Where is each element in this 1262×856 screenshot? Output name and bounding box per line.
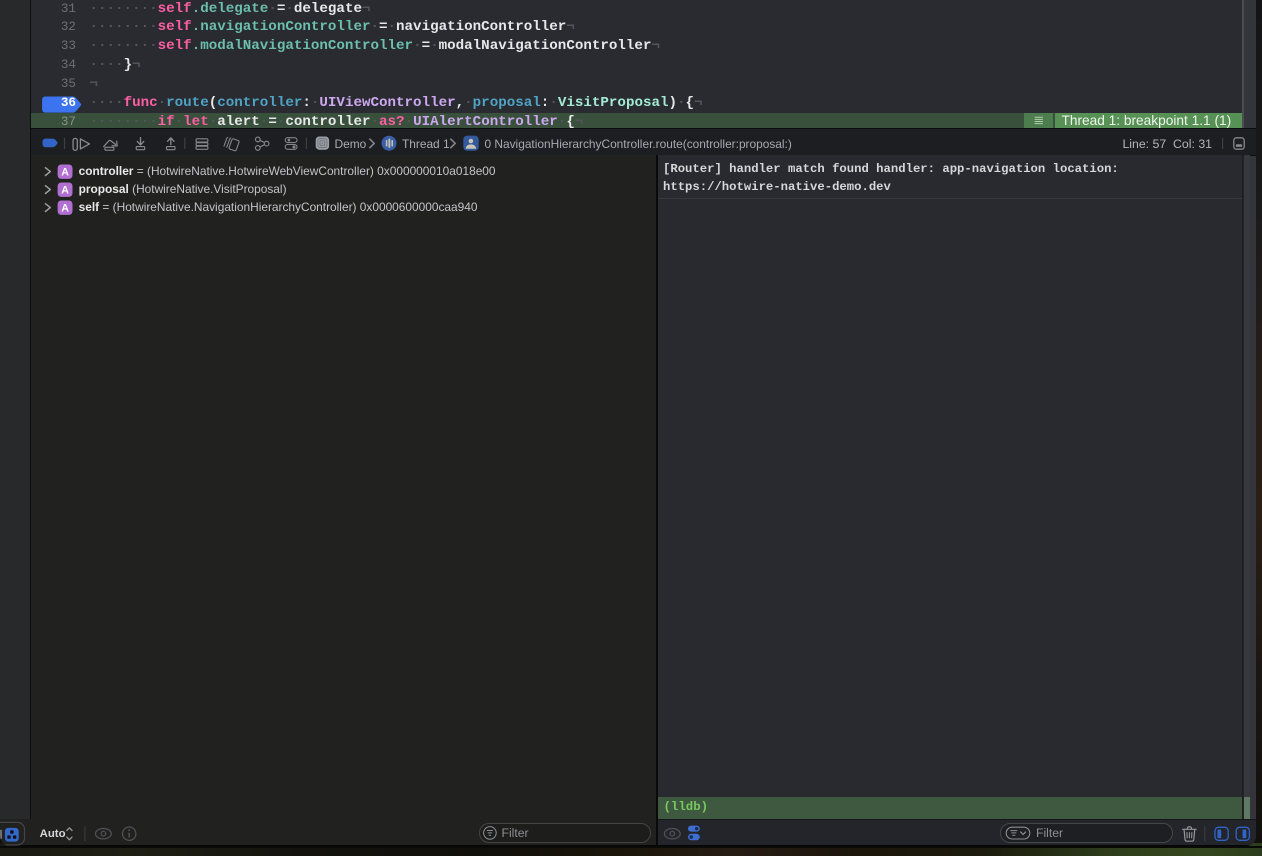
svg-text:A: A	[61, 167, 69, 179]
svg-text:A: A	[61, 203, 69, 215]
svg-text:A: A	[61, 185, 69, 197]
